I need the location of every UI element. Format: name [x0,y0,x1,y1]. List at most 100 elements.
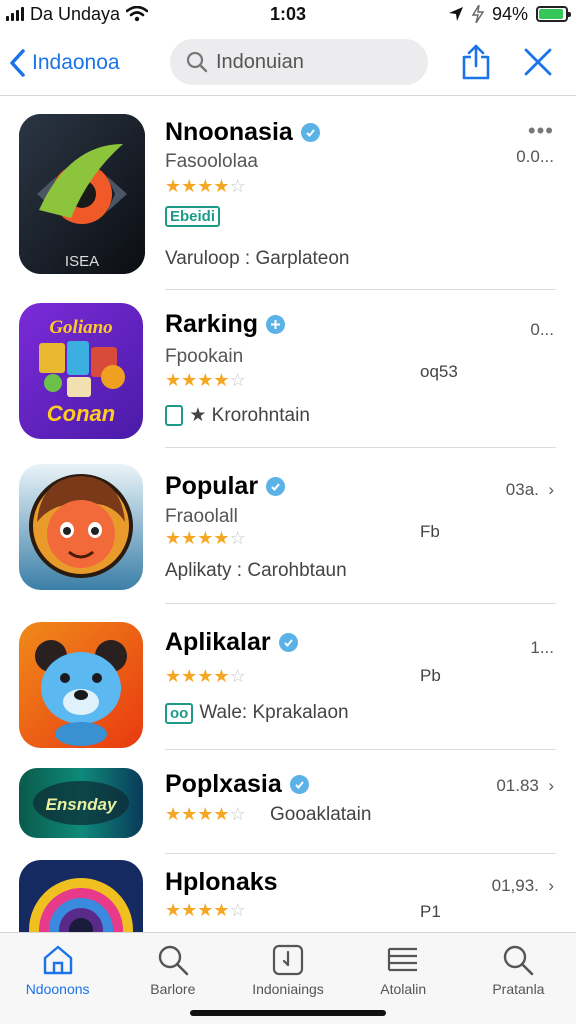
charging-icon [471,5,484,23]
star-icon: ★ [213,900,230,920]
list-item[interactable]: Ensnday Poplxasia 01.83 › ★★★★☆ Gooaklat… [0,750,576,854]
battery-icon [536,6,571,22]
tab-label: Indoniaings [252,981,324,997]
app-icon-5[interactable]: Ensnday [19,768,143,838]
list-item[interactable]: ISEA Nnoonasia ••• Fasoololaa 0.0... ★★★… [0,96,576,290]
app-badge: oo [165,702,194,724]
app-icon-2[interactable]: Goliano Conan [19,303,143,439]
verified-badge-icon [266,477,286,496]
home-icon [43,945,72,975]
app-price[interactable]: 1... [530,638,554,658]
back-button-label: Indaonoa [32,51,120,74]
star-icon: ★ [165,900,182,920]
star-icon: ★ [197,666,214,686]
star-rating: ★★★★☆ [165,176,246,197]
search-bar[interactable] [170,39,428,85]
app-price[interactable]: 03a. › [506,480,554,500]
verified-badge-icon [266,315,286,334]
star-icon: ★ [197,900,214,920]
app-name: Hplonaks [165,868,278,896]
tab-label: Ndoonons [25,981,90,997]
star-icon: ☆ [229,900,246,920]
app-tag-row: Ebeidi [165,206,221,227]
close-button[interactable] [518,42,558,82]
navigation-bar: Indaonoa [0,34,576,92]
home-indicator[interactable] [190,1010,386,1016]
back-button[interactable]: Indaonoa [0,48,165,78]
star-icon: ★ [181,528,198,548]
chevron-left-icon [10,49,25,77]
star-rating: ★★★★☆ [165,900,246,921]
star-icon: ★ [197,176,214,196]
star-icon: ★ [213,804,230,824]
star-icon: ★ [165,176,182,196]
star-rating: ★★★★☆ [165,666,246,687]
updates-icon [272,944,304,976]
share-icon [462,44,490,80]
app-name: Poplxasia [165,770,309,799]
app-category: Wale: Kprakalaon [199,702,349,723]
app-category-row: ★ Krorohntain [165,404,310,427]
game-collage-icon: Goliano Conan [39,317,125,426]
app-category: Gooaklatain [270,804,372,825]
search-icon [158,945,189,976]
svg-text:Goliano: Goliano [49,317,112,338]
app-category: ★ Krorohntain [189,405,310,426]
app-name: Aplikalar [165,628,298,657]
star-icon: ★ [213,666,230,686]
verified-badge-icon [289,775,309,794]
app-icon-3[interactable] [19,464,143,590]
app-name: Nnoonasia [165,118,320,147]
app-icon-4[interactable] [19,622,143,748]
app-price[interactable]: 01.83 › [496,776,554,796]
app-price[interactable]: 0.0... [516,147,554,167]
star-icon: ★ [213,370,230,390]
character-face-icon [29,474,133,578]
svg-text:ISEA: ISEA [65,253,99,270]
star-rating: ★★★★☆ [165,804,246,825]
star-icon: ★ [165,666,182,686]
app-developer: Fasoololaa [165,151,258,172]
list-item[interactable]: Goliano Conan Rarking 0... Fpookain ★★★★… [0,290,576,448]
tab-bar: Ndoonons Barlore Indoniaings Atolalin Pr… [0,932,576,1024]
app-icon-6[interactable] [19,860,143,932]
app-list: ISEA Nnoonasia ••• Fasoololaa 0.0... ★★★… [0,96,576,932]
list-item[interactable]: Hplonaks 01,93. › ★★★★☆ P1 [0,854,576,932]
tab-search[interactable]: Pratanla [461,933,576,1024]
signal-icon [6,7,24,21]
app-price[interactable]: 01,93. › [492,876,554,896]
carrier-label: Da Undaya [30,3,121,24]
chevron-right-icon: › [543,876,554,895]
star-icon: ★ [181,176,198,196]
app-price[interactable]: 0... [530,320,554,340]
more-options-icon[interactable]: ••• [528,118,554,144]
star-icon: ★ [213,176,230,196]
star-icon: ★ [197,370,214,390]
star-icon: ★ [181,666,198,686]
app-developer: Fraoolall [165,506,238,527]
app-name: Popular [165,472,286,501]
star-icon: ★ [165,804,182,824]
app-name: Rarking [165,310,286,339]
share-button[interactable] [456,42,496,82]
tab-home[interactable]: Ndoonons [0,933,115,1024]
star-icon: ★ [181,804,198,824]
list-item[interactable]: Popular 03a. › Fraoolall ★★★★☆ Fb Aplika… [0,448,576,604]
list-icon [388,947,418,972]
app-size: Pb [420,666,441,685]
chevron-right-icon: › [543,776,554,795]
close-icon [524,48,552,76]
location-icon [448,7,463,21]
tab-label: Barlore [150,981,196,997]
app-badge [165,405,184,426]
star-icon: ★ [181,370,198,390]
wifi-icon [126,6,149,22]
star-icon: ☆ [229,176,246,196]
svg-text:Ensnday: Ensnday [46,795,118,814]
star-icon: ★ [213,528,230,548]
app-size: Fb [420,522,440,541]
app-icon-1[interactable]: ISEA [19,114,145,274]
ring-target-icon [29,878,133,932]
list-item[interactable]: Aplikalar 1... ★★★★☆ Pb oo Wale: Kprakal… [0,604,576,750]
search-input[interactable] [216,50,406,74]
